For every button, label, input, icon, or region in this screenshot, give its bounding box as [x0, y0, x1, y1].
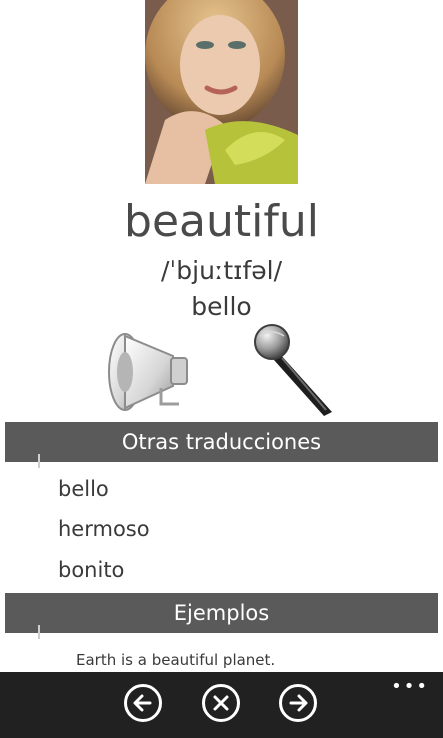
- word-title: beautiful: [124, 196, 319, 247]
- phonetic-transcription: /ˈbjuːtɪfəl/: [160, 256, 283, 285]
- example-sentence: Earth is a beautiful planet.: [76, 651, 276, 669]
- speaker-icon[interactable]: [103, 328, 193, 414]
- microphone-icon[interactable]: [252, 322, 342, 416]
- more-options-button[interactable]: •••: [391, 676, 429, 697]
- back-button[interactable]: [124, 684, 162, 722]
- translation-item-bello[interactable]: bello: [58, 477, 109, 501]
- other-translations-header: Otras traducciones: [5, 422, 438, 468]
- section-marker: [38, 625, 40, 639]
- forward-button[interactable]: [279, 684, 317, 722]
- app-bar: •••: [0, 672, 443, 738]
- translation-item-hermoso[interactable]: hermoso: [58, 517, 150, 541]
- close-icon: [213, 695, 229, 711]
- primary-translation: bello: [191, 292, 252, 321]
- arrow-right-icon: [289, 694, 308, 712]
- examples-title: Ejemplos: [173, 601, 270, 625]
- word-photo: [145, 0, 298, 184]
- section-marker: [38, 454, 40, 468]
- close-button[interactable]: [202, 684, 240, 722]
- arrow-left-icon: [133, 694, 152, 712]
- portrait-image: [145, 0, 298, 184]
- translation-item-bonito[interactable]: bonito: [58, 558, 124, 582]
- other-translations-title: Otras traducciones: [121, 430, 322, 454]
- examples-header: Ejemplos: [5, 593, 438, 639]
